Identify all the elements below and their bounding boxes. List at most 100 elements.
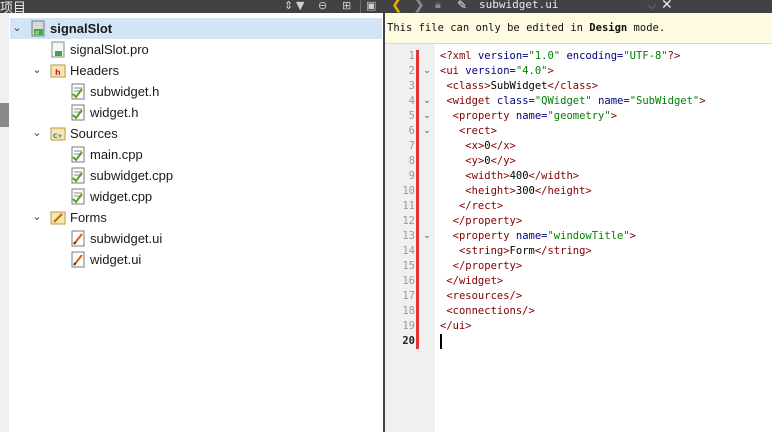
left-scrollbar[interactable] <box>0 13 9 432</box>
filter-icon[interactable]: ▼ <box>296 0 304 12</box>
code-line[interactable]: </rect> <box>440 199 503 214</box>
lock-icon[interactable]: 🔒︎ <box>435 0 441 13</box>
fold-chevron-icon[interactable]: ⌄ <box>422 229 432 244</box>
code-line[interactable]: </property> <box>440 259 523 274</box>
chevron-down-icon[interactable]: ⌄ <box>30 210 44 224</box>
code-line[interactable]: <?xml version="1.0" encoding="UTF-8"?> <box>440 49 680 64</box>
code-line[interactable]: <width>400</width> <box>440 169 579 184</box>
header-file-icon <box>70 104 86 121</box>
toolbar-divider <box>360 0 361 13</box>
code-line[interactable]: <string>Form</string> <box>440 244 592 259</box>
code-line[interactable]: <ui version="4.0"> <box>440 64 554 79</box>
qt-project-icon: qt <box>30 20 46 37</box>
code-line[interactable]: </ui> <box>440 319 472 334</box>
modified-marker <box>416 50 419 349</box>
line-number: 16 <box>402 275 415 287</box>
fold-chevron-icon[interactable]: ⌄ <box>422 94 432 109</box>
tree-item-widget-cpp[interactable]: widget.cpp <box>10 186 382 207</box>
code-line[interactable]: </property> <box>440 214 523 229</box>
pro-file-icon <box>50 41 66 58</box>
code-line[interactable]: <class>SubWidget</class> <box>440 79 598 94</box>
line-number: 1 <box>408 50 415 62</box>
code-line[interactable]: <height>300</height> <box>440 184 591 199</box>
line-number: 10 <box>402 185 415 197</box>
code-line[interactable]: <x>0</x> <box>440 139 516 154</box>
line-number: 13 <box>402 230 415 242</box>
split-icon[interactable]: ⊞ <box>342 0 351 12</box>
project-tree[interactable]: ⌄ qt signalSlot signalSlot.pro ⌄ h Headers subw… <box>0 13 383 432</box>
link-icon[interactable]: ⊖ <box>318 0 327 12</box>
tree-item-label: subwidget.cpp <box>90 168 174 183</box>
cpp-file-icon <box>70 167 86 184</box>
tree-item-label: widget.ui <box>90 252 142 267</box>
cpp-file-icon <box>70 188 86 205</box>
code-line[interactable]: </widget> <box>440 274 503 289</box>
tree-item-label: subwidget.ui <box>90 231 163 246</box>
tree-item-main-cpp[interactable]: main.cpp <box>10 144 382 165</box>
tree-item-signalslot[interactable]: ⌄ qt signalSlot <box>10 18 382 39</box>
close-document-icon[interactable]: ✕ <box>661 0 673 13</box>
tree-item-label: widget.h <box>90 105 139 120</box>
tree-item-widget-h[interactable]: widget.h <box>10 102 382 123</box>
editor-tab-title[interactable]: subwidget.ui <box>479 0 558 11</box>
line-number: 2 <box>408 65 415 77</box>
tree-item-subwidget-cpp[interactable]: subwidget.cpp <box>10 165 382 186</box>
svg-text:C+: C+ <box>53 133 62 140</box>
tree-item-label: Headers <box>70 63 120 78</box>
tree-item-subwidget-ui[interactable]: subwidget.ui <box>10 228 382 249</box>
chevron-updown-icon[interactable]: ⇕ <box>284 0 293 12</box>
svg-text:h: h <box>55 68 61 77</box>
dropdown-icon[interactable]: ⌵ <box>647 0 656 13</box>
chevron-down-icon[interactable]: ⌄ <box>30 63 44 77</box>
header-file-icon <box>70 83 86 100</box>
fold-chevron-icon[interactable]: ⌄ <box>422 64 432 79</box>
line-number: 8 <box>408 155 415 167</box>
line-number: 20 <box>402 335 415 347</box>
line-number: 18 <box>402 305 415 317</box>
svg-text:qt: qt <box>35 30 40 35</box>
code-line[interactable]: <connections/> <box>440 304 535 319</box>
line-number: 12 <box>402 215 415 227</box>
sources-folder-icon: C+ <box>50 125 66 142</box>
forms-folder-icon <box>50 209 66 226</box>
line-number: 4 <box>408 95 415 107</box>
tree-item-label: main.cpp <box>90 147 143 162</box>
cpp-file-icon <box>70 146 86 163</box>
code-editor[interactable]: 1 <?xml version="1.0" encoding="UTF-8"?> 2… <box>385 44 772 432</box>
tree-item-subwidget-h[interactable]: subwidget.h <box>10 81 382 102</box>
text-cursor <box>440 334 442 349</box>
left-scrollbar-thumb[interactable] <box>0 103 9 127</box>
tree-item-label: Forms <box>70 210 107 225</box>
tree-item-forms[interactable]: ⌄ Forms <box>10 207 382 228</box>
chevron-down-icon[interactable]: ⌄ <box>30 126 44 140</box>
code-line[interactable]: <widget class="QWidget" name="SubWidget"… <box>440 94 705 109</box>
fold-chevron-icon[interactable]: ⌄ <box>422 109 432 124</box>
close-panel-icon[interactable]: ▣ <box>366 0 376 12</box>
tree-item-signalslot-pro[interactable]: signalSlot.pro <box>10 39 382 60</box>
tree-item-sources[interactable]: ⌄ C+ Sources <box>10 123 382 144</box>
code-line[interactable]: <property name="geometry"> <box>440 109 617 124</box>
code-line[interactable]: <resources/> <box>440 289 522 304</box>
line-number: 9 <box>408 170 415 182</box>
line-number: 3 <box>408 80 415 92</box>
code-line[interactable]: <property name="windowTitle"> <box>440 229 636 244</box>
tree-item-headers[interactable]: ⌄ h Headers <box>10 60 382 81</box>
line-number: 14 <box>402 245 415 257</box>
forward-arrow-icon[interactable]: ❯ <box>413 0 425 13</box>
line-number: 11 <box>402 200 415 212</box>
back-arrow-icon[interactable]: ❮ <box>391 0 403 13</box>
tree-item-widget-ui[interactable]: widget.ui <box>10 249 382 270</box>
tree-item-label: widget.cpp <box>90 189 153 204</box>
headers-folder-icon: h <box>50 62 66 79</box>
fold-chevron-icon[interactable]: ⌄ <box>422 124 432 139</box>
ui-file-icon <box>70 230 86 247</box>
code-line[interactable]: <rect> <box>440 124 497 139</box>
ui-file-icon: ✎ <box>457 0 468 12</box>
code-line[interactable]: <y>0</y> <box>440 154 516 169</box>
line-number: 19 <box>402 320 415 332</box>
tree-item-label: Sources <box>70 126 118 141</box>
tree-item-label: signalSlot.pro <box>70 42 149 57</box>
line-number: 7 <box>408 140 415 152</box>
chevron-down-icon[interactable]: ⌄ <box>10 21 24 35</box>
read-only-notice: This file can only be edited in Design m… <box>385 13 772 44</box>
